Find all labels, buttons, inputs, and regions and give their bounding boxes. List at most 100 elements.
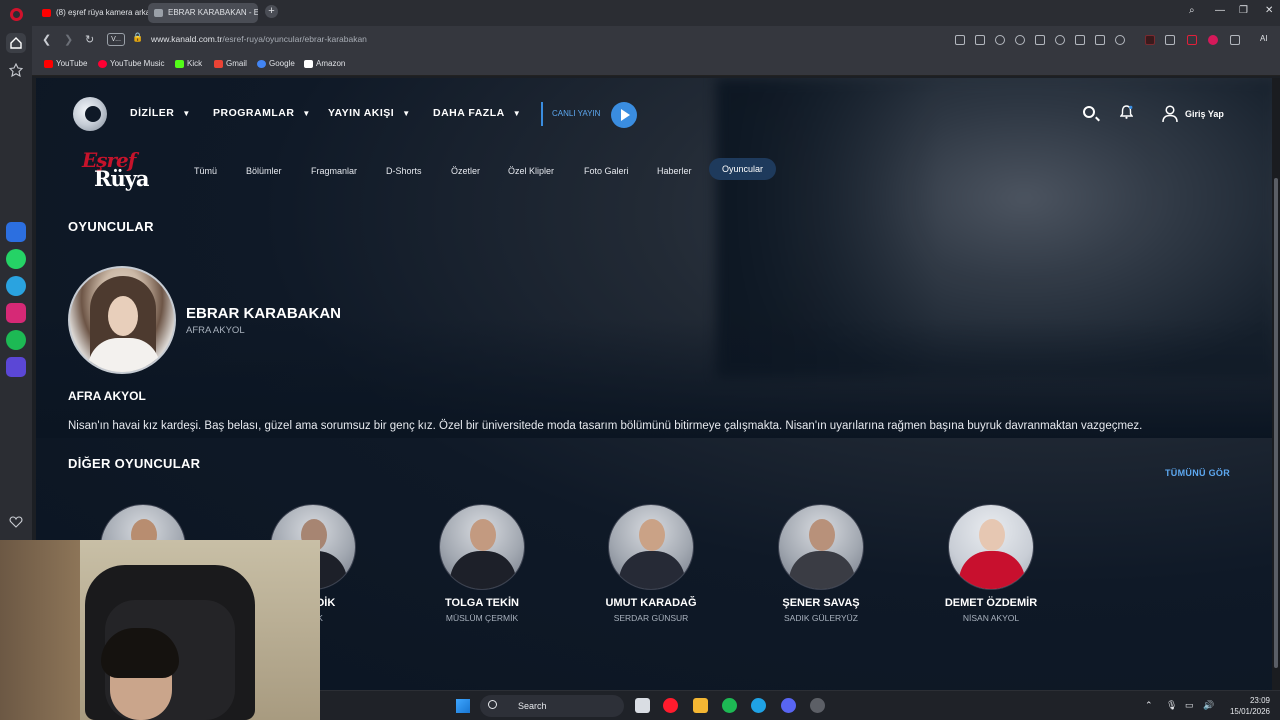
whatsapp-icon[interactable] — [6, 249, 26, 269]
discord-icon[interactable] — [781, 698, 796, 713]
youtube-favicon-icon — [42, 9, 51, 17]
instagram-icon[interactable] — [6, 303, 26, 323]
edge-icon[interactable] — [751, 698, 766, 713]
camera-icon[interactable] — [975, 35, 985, 45]
scrollbar-thumb[interactable] — [1274, 178, 1278, 668]
tray-chevron-icon[interactable]: ⌃ — [1145, 700, 1153, 711]
bookmark-kick[interactable]: Kick — [175, 59, 202, 68]
chevron-down-icon: ▼ — [302, 109, 311, 118]
spotify-icon[interactable] — [6, 330, 26, 350]
player-toolbar-icon[interactable] — [1035, 35, 1045, 45]
tab-foto-galeri[interactable]: Foto Galeri — [584, 166, 629, 176]
lock-icon[interactable]: 🔒 — [132, 32, 143, 43]
webcam-overlay — [0, 540, 320, 720]
tab-label: (8) eşref rüya kamera arka — [56, 8, 148, 17]
ai-button[interactable]: AI — [1260, 34, 1268, 43]
extension-icon[interactable] — [1145, 35, 1155, 45]
extension-icon[interactable] — [1187, 35, 1197, 45]
telegram-icon[interactable] — [6, 276, 26, 296]
cast-name: DEMET ÖZDEMİR — [944, 597, 1038, 609]
bell-icon[interactable] — [1120, 105, 1133, 119]
opera-taskbar-icon[interactable] — [663, 698, 678, 713]
edit-icon[interactable] — [955, 35, 965, 45]
browser-window: (8) eşref rüya kamera arka EBRAR KARABAK… — [0, 0, 1280, 720]
nav-programlar[interactable]: PROGRAMLAR ▼ — [213, 107, 311, 119]
bookmark-gmail[interactable]: Gmail — [214, 59, 247, 68]
file-explorer-icon[interactable] — [693, 698, 708, 713]
tab-ozetler[interactable]: Özetler — [451, 166, 480, 176]
actor-photo — [68, 266, 176, 374]
player-icon[interactable] — [6, 357, 26, 377]
tab-ozel-klipler[interactable]: Özel Klipler — [508, 166, 554, 176]
live-label: CANLI YAYIN — [552, 109, 601, 118]
new-tab-button[interactable]: + — [265, 5, 278, 18]
page-scrollbar[interactable] — [1272, 78, 1280, 690]
search-icon[interactable] — [1083, 106, 1095, 118]
vpn-badge[interactable]: V... — [107, 33, 125, 46]
live-stream-link[interactable]: CANLI YAYIN — [541, 102, 600, 126]
url-text[interactable]: www.kanald.com.tr/esref-ruya/oyuncular/e… — [151, 34, 367, 44]
tab-fragmanlar[interactable]: Fragmanlar — [311, 166, 357, 176]
reload-icon[interactable]: ↻ — [85, 33, 94, 46]
login-label: Giriş Yap — [1185, 109, 1224, 119]
extensions-puzzle-icon[interactable] — [1230, 35, 1240, 45]
photo-head — [639, 519, 665, 551]
cast-card[interactable]: ŞENER SAVAŞ SADIK GÜLERYÜZ — [746, 504, 896, 634]
search-tabs-icon[interactable]: ⌕ — [1189, 5, 1195, 16]
tab-haberler[interactable]: Haberler — [657, 166, 692, 176]
task-view-icon[interactable] — [635, 698, 650, 713]
extension-icon[interactable] — [1208, 35, 1218, 45]
maximize-button[interactable]: ❐ — [1239, 5, 1248, 16]
nav-diziler[interactable]: DİZİLER ▼ — [130, 107, 191, 119]
cast-card[interactable]: UMUT KARADAĞ SERDAR GÜNSUR — [576, 504, 726, 634]
windows-start-icon[interactable] — [456, 699, 470, 713]
tab-youtube[interactable]: (8) eşref rüya kamera arka — [36, 3, 148, 23]
clock[interactable]: 23:09 15/01/2026 — [1226, 695, 1270, 717]
bookmark-youtube-music[interactable]: YouTube Music — [98, 59, 165, 68]
spotify-taskbar-icon[interactable] — [722, 698, 737, 713]
profile-icon[interactable] — [1115, 35, 1125, 45]
chevron-down-icon: ▼ — [512, 109, 522, 118]
pinboard-icon[interactable] — [6, 60, 26, 80]
bookmark-amazon[interactable]: Amazon — [304, 59, 345, 68]
network-icon[interactable]: ▭ — [1185, 700, 1194, 711]
cast-role: MÜSLÜM ÇERMİK — [445, 613, 519, 623]
nav-daha-fazla[interactable]: DAHA FAZLA ▼ — [433, 107, 521, 119]
back-icon[interactable]: ❮ — [42, 33, 51, 46]
home-icon[interactable] — [6, 33, 26, 53]
bookmark-google[interactable]: Google — [257, 59, 295, 68]
windows-taskbar: Search ⌃ 🎙 ▭ 🔊 23:09 15/01/2026 — [320, 690, 1280, 720]
messenger-icon[interactable] — [6, 222, 26, 242]
tab-bolumler[interactable]: Bölümler — [246, 166, 282, 176]
play-icon[interactable] — [611, 102, 637, 128]
heart-toolbar-icon[interactable] — [1055, 35, 1065, 45]
cast-card[interactable]: DEMET ÖZDEMİR NİSAN AKYOL — [916, 504, 1066, 634]
download-icon[interactable] — [1075, 35, 1085, 45]
minimize-button[interactable]: — — [1215, 5, 1225, 16]
chevron-down-icon: ▼ — [402, 109, 411, 118]
cast-card[interactable]: TOLGA TEKİN MÜSLÜM ÇERMİK — [407, 504, 557, 634]
vpn-icon[interactable] — [1015, 35, 1025, 45]
menu-icon[interactable] — [1095, 35, 1105, 45]
login-button[interactable]: Giriş Yap — [1156, 101, 1232, 127]
show-logo[interactable]: Eşref Rüya — [80, 148, 158, 192]
adblock-icon[interactable] — [995, 35, 1005, 45]
tab-kanald[interactable]: EBRAR KARABAKAN - Eşre — [148, 3, 258, 23]
opera-logo-icon[interactable] — [10, 8, 23, 21]
see-all-link[interactable]: TÜMÜNÜ GÖR — [1165, 468, 1230, 478]
tab-oyuncular[interactable]: Oyuncular — [709, 158, 777, 180]
tab-d-shorts[interactable]: D-Shorts — [386, 166, 422, 176]
close-window-button[interactable]: ✕ — [1265, 5, 1273, 16]
kanald-logo[interactable] — [73, 97, 107, 131]
taskbar-search[interactable]: Search — [480, 695, 624, 717]
webcam-door — [0, 540, 80, 720]
forward-icon[interactable]: ❯ — [64, 33, 73, 46]
heart-icon[interactable] — [6, 512, 26, 532]
volume-icon[interactable]: 🔊 — [1203, 700, 1214, 711]
extension-icon[interactable] — [1165, 35, 1175, 45]
tab-tumu[interactable]: Tümü — [194, 166, 217, 176]
microphone-icon[interactable]: 🎙 — [1166, 700, 1177, 711]
bookmark-youtube[interactable]: YouTube — [44, 59, 87, 68]
nav-yayin-akisi[interactable]: YAYIN AKIŞI ▼ — [328, 107, 411, 119]
steam-icon[interactable] — [810, 698, 825, 713]
